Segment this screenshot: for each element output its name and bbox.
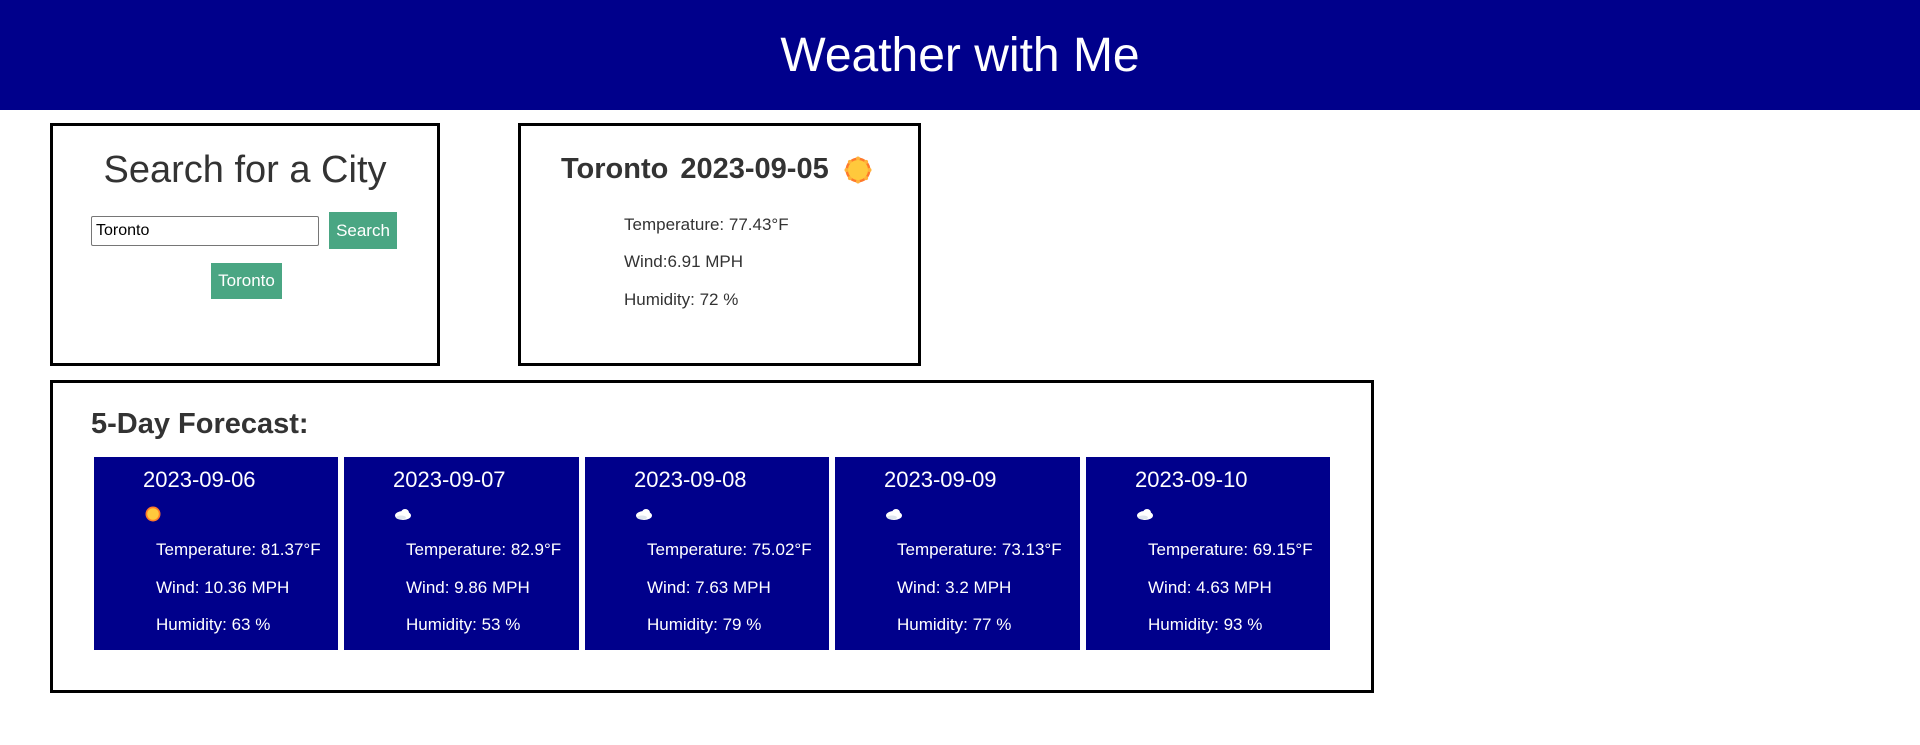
forecast-card: 2023-09-10 Temperature: 69.15°F Wind: 4.… [1086, 457, 1330, 650]
current-wind: Wind:6.91 MPH [624, 252, 744, 271]
forecast-wind: Wind: 9.86 MPH [406, 578, 530, 597]
cloud-icon [394, 505, 412, 523]
forecast-wind: Wind: 4.63 MPH [1148, 578, 1272, 597]
app-header: Weather with Me [0, 0, 1920, 110]
search-button[interactable]: Search [329, 212, 397, 249]
forecast-humidity: Humidity: 53 % [406, 615, 521, 634]
forecast-date: 2023-09-07 [393, 467, 506, 492]
forecast-date: 2023-09-08 [634, 467, 747, 492]
forecast-panel: 5-Day Forecast: 2023-09-06 Temperature: … [50, 380, 1374, 693]
forecast-card: 2023-09-06 Temperature: 81.37°F Wind: 10… [94, 457, 338, 650]
forecast-card: 2023-09-08 Temperature: 75.02°F Wind: 7.… [585, 457, 829, 650]
search-heading: Search for a City [103, 149, 387, 191]
cloud-icon [885, 505, 903, 523]
forecast-temperature: Temperature: 81.37°F [156, 540, 321, 559]
forecast-temperature: Temperature: 73.13°F [897, 540, 1062, 559]
cloud-icon [1136, 505, 1154, 523]
current-weather-heading: Toronto 2023-09-05 [561, 153, 873, 186]
current-temperature: Temperature: 77.43°F [624, 215, 789, 234]
forecast-heading: 5-Day Forecast: [91, 408, 309, 440]
forecast-date: 2023-09-06 [143, 467, 256, 492]
forecast-temperature: Temperature: 75.02°F [647, 540, 812, 559]
current-city: Toronto [561, 153, 669, 185]
history-city-button[interactable]: Toronto [211, 263, 282, 299]
current-date: 2023-09-05 [680, 153, 829, 185]
forecast-humidity: Humidity: 77 % [897, 615, 1012, 634]
forecast-temperature: Temperature: 69.15°F [1148, 540, 1313, 559]
search-panel: Search for a City Search Toronto [50, 123, 440, 366]
forecast-card: 2023-09-07 Temperature: 82.9°F Wind: 9.8… [344, 457, 579, 650]
forecast-humidity: Humidity: 79 % [647, 615, 762, 634]
forecast-wind: Wind: 7.63 MPH [647, 578, 771, 597]
current-weather-panel: Toronto 2023-09-05 Temperature: 77.43°F W… [518, 123, 921, 366]
app-title: Weather with Me [780, 28, 1140, 82]
forecast-humidity: Humidity: 93 % [1148, 615, 1263, 634]
sun-icon [144, 505, 162, 523]
forecast-date: 2023-09-09 [884, 467, 997, 492]
current-humidity: Humidity: 72 % [624, 290, 739, 309]
forecast-date: 2023-09-10 [1135, 467, 1248, 492]
forecast-wind: Wind: 3.2 MPH [897, 578, 1012, 597]
city-search-input[interactable] [91, 216, 319, 246]
sun-icon [843, 155, 873, 185]
forecast-wind: Wind: 10.36 MPH [156, 578, 290, 597]
cloud-icon [635, 505, 653, 523]
forecast-card: 2023-09-09 Temperature: 73.13°F Wind: 3.… [835, 457, 1080, 650]
forecast-humidity: Humidity: 63 % [156, 615, 271, 634]
forecast-temperature: Temperature: 82.9°F [406, 540, 562, 559]
